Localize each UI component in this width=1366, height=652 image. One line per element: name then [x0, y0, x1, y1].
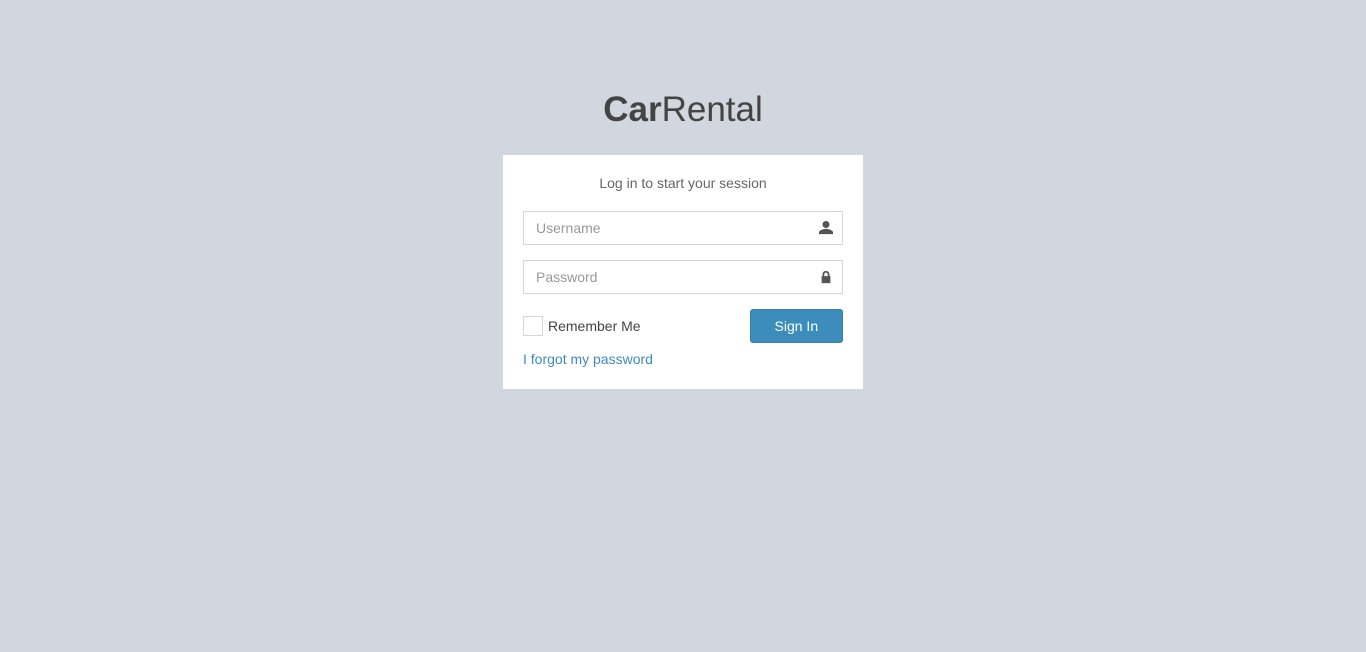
remember-column: Remember Me	[513, 309, 740, 346]
password-input[interactable]	[523, 260, 843, 294]
login-box: CarRental Log in to start your session R…	[503, 0, 863, 389]
signin-button[interactable]: Sign In	[750, 309, 843, 343]
actions-row: Remember Me Sign In	[513, 309, 853, 346]
login-box-body: Log in to start your session Remember Me…	[503, 155, 863, 389]
username-input[interactable]	[523, 211, 843, 245]
login-logo: CarRental	[503, 90, 863, 130]
password-group	[523, 260, 843, 294]
login-message: Log in to start your session	[523, 175, 843, 191]
forgot-password-link[interactable]: I forgot my password	[523, 351, 653, 367]
username-group	[523, 211, 843, 245]
remember-checkbox-wrapper[interactable]: Remember Me	[523, 309, 730, 336]
logo-light: Rental	[662, 90, 763, 129]
remember-label: Remember Me	[548, 318, 641, 334]
remember-checkbox[interactable]	[523, 316, 543, 336]
signin-column: Sign In	[740, 309, 853, 346]
logo-bold: Car	[603, 90, 661, 129]
